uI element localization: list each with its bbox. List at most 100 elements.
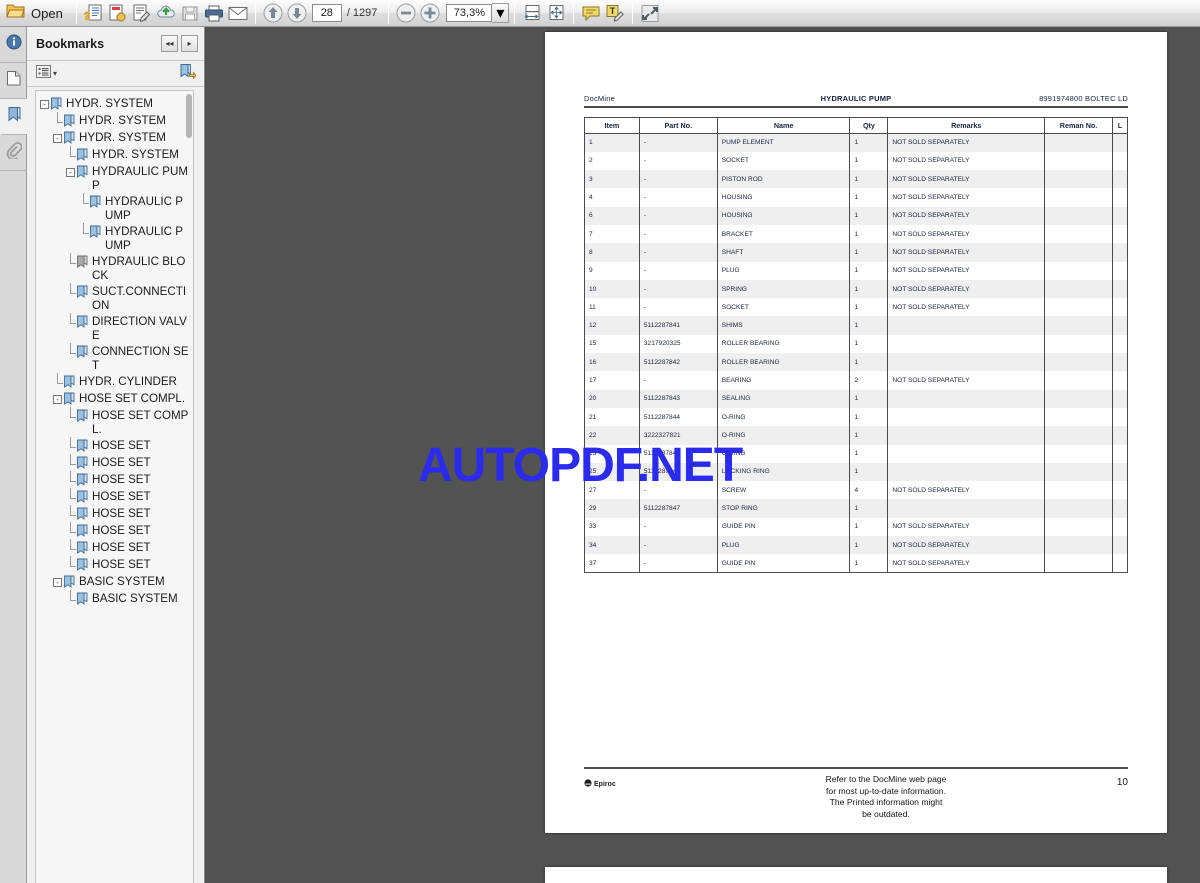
cell-name: ROLLER BEARING (716, 353, 851, 372)
cell-l (1111, 444, 1129, 463)
cell-reman-no (1044, 444, 1113, 463)
bookmark-item[interactable]: HYDR. SYSTEM (36, 146, 193, 164)
sidebar-item-bookmarks[interactable] (0, 99, 27, 135)
bookmark-item[interactable]: - HYDRAULIC PUMP (36, 164, 193, 194)
bookmarks-tree-container[interactable]: - HYDR. SYSTEM HYDR. SYSTEM - HYDR. SYSTEM HY… (35, 90, 194, 883)
new-bookmark-button[interactable] (179, 63, 197, 84)
zoom-level-input[interactable]: 73,3% (446, 4, 493, 22)
save-icon[interactable] (178, 1, 202, 25)
bookmark-item[interactable]: - BASIC SYSTEM (36, 574, 193, 591)
cell-qty: 1 (849, 426, 889, 445)
bookmark-item[interactable]: HYDRAULIC PUMP (36, 223, 193, 254)
bookmark-item[interactable]: HOSE SET (36, 539, 193, 557)
cell-item: 29 (584, 499, 640, 518)
bookmark-collapse-toggle[interactable]: - (53, 134, 62, 143)
previous-page-icon[interactable] (261, 1, 285, 25)
cell-reman-no (1044, 426, 1113, 445)
cell-l (1111, 243, 1129, 262)
upload-cloud-icon[interactable] (154, 1, 178, 25)
bookmark-item-label: BASIC SYSTEM (79, 575, 165, 588)
bookmark-item[interactable]: HYDR. CYLINDER (36, 373, 193, 391)
bookmarks-toolbar: ▾ (27, 61, 204, 87)
open-button[interactable]: Open (0, 1, 71, 25)
parts-table-header-row: Item Part No. Name Qty Remarks Reman No.… (584, 117, 1129, 134)
bookmark-page-icon (76, 315, 89, 329)
sidebar-item-info[interactable] (0, 27, 27, 63)
bookmark-collapse-toggle[interactable]: - (53, 395, 62, 404)
bookmark-collapse-toggle[interactable]: - (40, 100, 49, 109)
sidebar-item-attachments[interactable] (0, 135, 27, 171)
fullscreen-icon[interactable] (638, 1, 662, 25)
bookmark-item[interactable]: DIRECTION VALVE (36, 313, 193, 344)
bookmark-item[interactable]: HOSE SET (36, 522, 193, 540)
add-note-icon[interactable] (82, 1, 106, 25)
bookmark-collapse-toggle[interactable]: - (53, 578, 62, 587)
cell-part-no: - (638, 261, 718, 280)
bookmark-page-icon (63, 392, 76, 406)
cell-remarks: NOT SOLD SEPARATELY (887, 554, 1046, 574)
bookmark-item[interactable]: HYDR. SYSTEM (36, 112, 193, 130)
highlight-text-icon[interactable]: T (603, 1, 627, 25)
bookmark-item[interactable]: HOSE SET (36, 505, 193, 523)
print-icon[interactable] (202, 1, 226, 25)
cell-qty: 1 (849, 554, 889, 574)
bookmark-item[interactable]: - HYDR. SYSTEM (36, 130, 193, 147)
document-footer: Epiroc Refer to the DocMine web page for… (584, 774, 1128, 820)
cell-item: 12 (584, 316, 640, 335)
bookmark-item[interactable]: HOSE SET (36, 471, 193, 489)
bookmark-item-label: HYDRAULIC PUMP (105, 225, 183, 252)
cell-qty: 1 (849, 298, 889, 317)
page-number-input[interactable]: 28 (311, 4, 342, 22)
sign-document-icon[interactable] (130, 1, 154, 25)
cell-part-no: - (638, 554, 718, 574)
bookmark-options-button[interactable]: ▾ (36, 64, 179, 83)
toolbar-separator (75, 2, 77, 24)
expand-panel-button[interactable]: ▸ (181, 35, 198, 52)
sidebar-item-pages[interactable] (0, 63, 27, 99)
cell-l (1111, 170, 1129, 189)
pdf-viewer-area[interactable]: DocMine HYDRAULIC PUMP 8991974800 BOLTEC… (206, 27, 1200, 883)
zoom-out-icon[interactable] (394, 1, 418, 25)
fit-page-icon[interactable] (544, 1, 568, 25)
cell-item: 8 (584, 243, 640, 262)
bookmark-item[interactable]: HOSE SET COMPL. (36, 407, 193, 438)
info-icon (6, 34, 22, 55)
bookmark-item[interactable]: - HOSE SET COMPL. (36, 391, 193, 408)
bookmark-item-label: HOSE SET (92, 558, 151, 571)
table-row: 22 3222327821 O-RING 1 (584, 426, 1129, 445)
bookmark-item[interactable]: HOSE SET (36, 556, 193, 574)
fit-width-icon[interactable] (520, 1, 544, 25)
main-toolbar: Open 28 / 1297 73,3% ▾ T (0, 0, 1200, 27)
add-stamp-icon[interactable] (106, 1, 130, 25)
bookmark-collapse-toggle[interactable]: - (66, 168, 75, 177)
bookmark-item[interactable]: HOSE SET (36, 437, 193, 455)
column-header-part: Part No. (638, 117, 718, 134)
bookmark-item[interactable]: HOSE SET (36, 488, 193, 506)
comment-icon[interactable] (579, 1, 603, 25)
zoom-in-icon[interactable] (418, 1, 442, 25)
bookmark-page-icon (76, 439, 89, 453)
bookmark-item[interactable]: BASIC SYSTEM (36, 590, 193, 608)
collapse-panel-button[interactable]: ◂◂ (161, 35, 178, 52)
bookmark-item[interactable]: HYDRAULIC PUMP (36, 193, 193, 224)
cell-reman-no (1044, 554, 1113, 574)
zoom-dropdown-caret-icon[interactable]: ▾ (492, 3, 510, 23)
bookmarks-scrollbar-thumb[interactable] (186, 94, 192, 138)
cell-l (1111, 481, 1129, 500)
bookmark-item-label: HYDRAULIC PUMP (92, 165, 188, 192)
cell-name: BRACKET (716, 224, 851, 244)
cell-part-no: 5112287846 (638, 462, 718, 482)
cell-reman-no (1044, 279, 1113, 299)
next-page-icon[interactable] (285, 1, 309, 25)
cell-part-no: - (638, 243, 718, 262)
bookmark-item[interactable]: HYDRAULIC BLOCK (36, 253, 193, 284)
email-icon[interactable] (226, 1, 250, 25)
bookmark-item[interactable]: - HYDR. SYSTEM (36, 96, 193, 113)
bookmark-item[interactable]: SUCT.CONNECTION (36, 283, 193, 314)
parts-table: Item Part No. Name Qty Remarks Reman No.… (584, 117, 1129, 574)
cell-item: 37 (584, 554, 640, 574)
bookmark-item[interactable]: HOSE SET (36, 454, 193, 472)
cell-qty: 1 (849, 444, 889, 463)
bookmark-item[interactable]: CONNECTION SET (36, 343, 193, 374)
cell-qty: 4 (849, 481, 889, 500)
